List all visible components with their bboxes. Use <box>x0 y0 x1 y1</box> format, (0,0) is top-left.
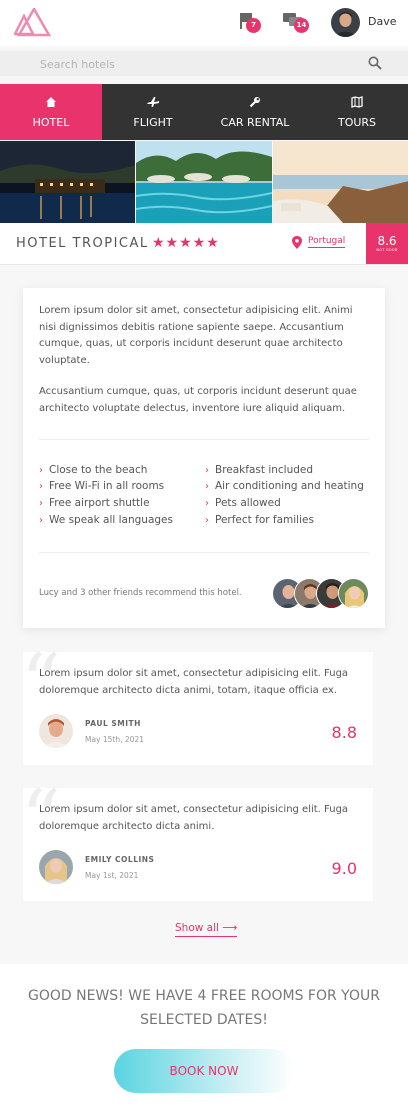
search-input[interactable] <box>40 55 360 73</box>
hotel-photo-coast[interactable] <box>272 141 408 223</box>
tab-car-rental[interactable]: CAR RENTAL <box>204 84 306 140</box>
category-tabs: HOTEL FLIGHT CAR RENTAL TOURS <box>0 84 408 140</box>
messages-button[interactable]: 14 <box>282 12 312 33</box>
hotel-photo-pool[interactable] <box>136 141 272 223</box>
notifications-badge: 7 <box>246 18 261 33</box>
user-name[interactable]: Dave <box>368 15 397 28</box>
feature-item: › Air conditioning and heating <box>205 480 364 492</box>
feature-item: › Pets allowed <box>205 497 281 509</box>
hotel-photo-night[interactable] <box>0 141 136 223</box>
review-card: “ Lorem ipsum dolor sit amet, consectetu… <box>21 644 373 765</box>
logo-icon[interactable] <box>14 8 52 38</box>
notifications-button[interactable]: 7 <box>238 12 262 33</box>
description-paragraph-1: Lorem ipsum dolor sit amet, consectetur … <box>39 305 353 366</box>
wrench-icon <box>249 96 260 107</box>
hotel-name: HOTEL TROPICAL <box>16 236 149 251</box>
review-text: Lorem ipsum dolor sit amet, consectetur … <box>39 804 349 832</box>
review-text: Lorem ipsum dolor sit amet, consectetur … <box>39 668 349 696</box>
messages-badge: 14 <box>294 18 309 33</box>
hotel-score: 8.6 <box>377 234 397 248</box>
hotel-photo-gallery <box>0 141 408 223</box>
location-pin-icon <box>292 236 302 249</box>
friends-avatars[interactable] <box>272 578 372 610</box>
divider <box>39 439 369 440</box>
hotel-title-bar: HOTEL TROPICAL ★★★★★ Portugal 8.6 NOT GO… <box>0 223 408 265</box>
tab-label: HOTEL <box>32 115 70 129</box>
reviewer-avatar[interactable] <box>39 714 73 748</box>
tab-label: TOURS <box>337 115 377 129</box>
hotel-score-label: NOT GOOD <box>376 248 398 252</box>
home-icon <box>46 96 56 107</box>
book-now-button[interactable]: BOOK NOW <box>114 1049 294 1093</box>
divider <box>39 552 369 553</box>
tab-label: CAR RENTAL <box>220 115 290 129</box>
search-bar <box>0 51 408 76</box>
review-card: “ Lorem ipsum dolor sit amet, consectetu… <box>21 780 373 901</box>
star-rating: ★★★★★ <box>152 235 220 251</box>
reviewer-avatar[interactable] <box>39 850 73 884</box>
friend-avatar[interactable] <box>338 578 369 609</box>
map-icon <box>351 95 363 108</box>
location-link[interactable]: Portugal <box>308 236 346 248</box>
feature-item: › Free Wi-Fi in all rooms <box>39 480 165 492</box>
reviewer-name: EMILY COLLINS <box>85 855 155 864</box>
feature-item: › We speak all languages <box>39 514 173 526</box>
promo-message: GOOD NEWS! WE HAVE 4 FREE ROOMS FOR YOUR… <box>28 988 380 1028</box>
tab-flight[interactable]: FLIGHT <box>102 84 204 140</box>
friends-recommend-text: Lucy and 3 other friends recommend this … <box>39 588 242 598</box>
user-avatar[interactable] <box>331 8 360 37</box>
chevron-right-icon: › <box>39 515 43 526</box>
feature-item: › Free airport shuttle <box>39 497 150 509</box>
description-paragraph-2: Accusantium cumque, quas, ut corporis in… <box>39 386 357 414</box>
availability-promo: GOOD NEWS! WE HAVE 4 FREE ROOMS FOR YOUR… <box>0 964 408 1112</box>
chevron-right-icon: › <box>39 481 43 492</box>
chevron-right-icon: › <box>39 465 43 476</box>
plane-icon <box>147 96 159 107</box>
feature-item: › Close to the beach <box>39 464 148 476</box>
review-date: May 15th, 2021 <box>85 735 144 744</box>
chevron-right-icon: › <box>205 498 209 509</box>
reviewer-name: PAUL SMITH <box>85 719 141 728</box>
hotel-description-card: Lorem ipsum dolor sit amet, consectetur … <box>23 288 385 628</box>
review-score: 9.0 <box>331 859 357 878</box>
feature-item: › Breakfast included <box>205 464 314 476</box>
chevron-right-icon: › <box>205 515 209 526</box>
review-date: May 1st, 2021 <box>85 871 139 880</box>
chevron-right-icon: › <box>39 498 43 509</box>
feature-item: › Perfect for families <box>205 514 314 526</box>
show-all-reviews-link[interactable]: Show all ⟶ <box>175 922 238 937</box>
app-header: 7 14 Dave <box>0 0 408 46</box>
tab-tours[interactable]: TOURS <box>306 84 408 140</box>
chevron-right-icon: › <box>205 481 209 492</box>
chevron-right-icon: › <box>205 465 209 476</box>
search-icon[interactable] <box>368 56 382 70</box>
tab-hotel[interactable]: HOTEL <box>0 84 102 140</box>
hotel-score-badge: 8.6 NOT GOOD <box>366 223 408 264</box>
tab-label: FLIGHT <box>133 115 173 129</box>
review-score: 8.8 <box>331 723 357 742</box>
